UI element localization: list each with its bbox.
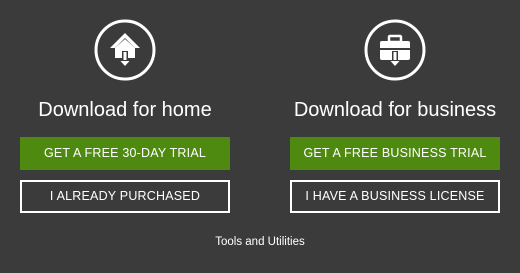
home-download-panel: Download for home GET A FREE 30-DAY TRIA… [15,0,235,230]
tools-and-utilities-link[interactable]: Tools and Utilities [0,236,520,248]
already-purchased-button[interactable]: I ALREADY PURCHASED [20,180,230,213]
business-title: Download for business [293,99,497,121]
free-business-trial-button[interactable]: GET A FREE BUSINESS TRIAL [290,137,500,170]
home-title: Download for home [38,99,212,121]
briefcase-download-icon [363,18,427,82]
house-download-icon [93,18,157,82]
free-trial-button[interactable]: GET A FREE 30-DAY TRIAL [20,137,230,170]
business-license-button[interactable]: I HAVE A BUSINESS LICENSE [290,180,500,213]
business-download-panel: Download for business GET A FREE BUSINES… [285,0,505,230]
